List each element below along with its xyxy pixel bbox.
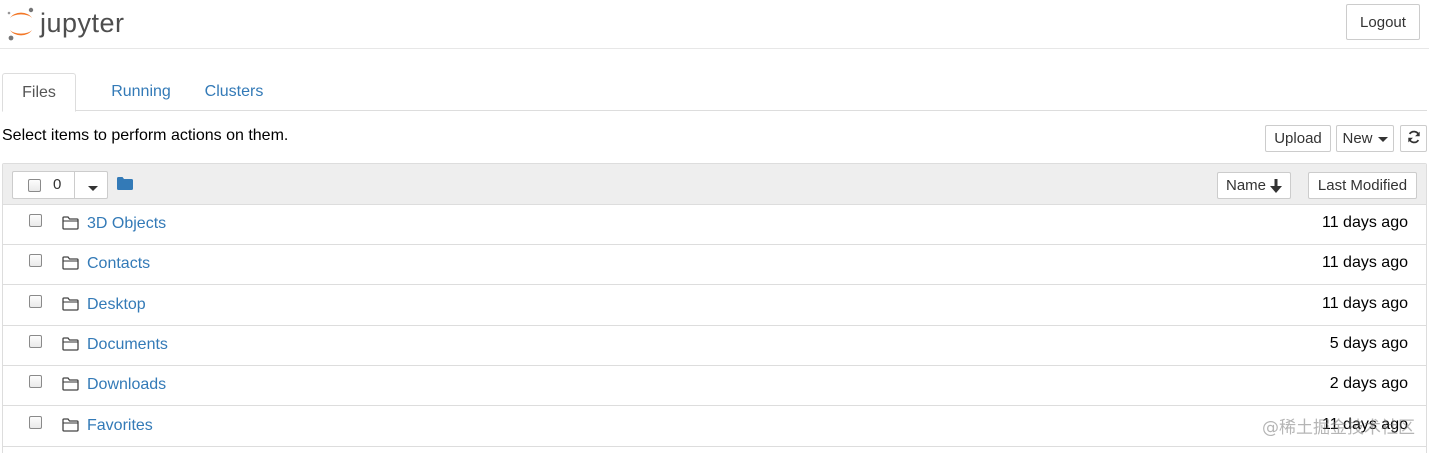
selected-count: 0 (53, 176, 62, 193)
select-all-group[interactable]: 0 (12, 171, 108, 199)
caret-down-icon (1377, 137, 1388, 142)
item-name-link[interactable]: Favorites (87, 417, 153, 435)
select-all-checkbox[interactable] (28, 179, 41, 192)
tab-files[interactable]: Files (2, 73, 76, 112)
refresh-icon (1407, 130, 1421, 148)
table-row[interactable]: Favorites 11 days ago (3, 407, 1426, 447)
item-name-link[interactable]: 3D Objects (87, 215, 166, 233)
instructions-text: Select items to perform actions on them. (2, 127, 289, 144)
item-modified: 2 days ago (1329, 375, 1408, 393)
item-modified: 11 days ago (1322, 294, 1408, 312)
item-name-link[interactable]: Contacts (87, 255, 150, 273)
row-checkbox[interactable] (29, 294, 42, 308)
new-label: New (1342, 130, 1373, 147)
name-sort-label: Name (1225, 177, 1266, 194)
row-checkbox[interactable] (29, 334, 42, 348)
item-name-link[interactable]: Documents (87, 336, 168, 354)
folder-icon (62, 337, 79, 356)
table-row[interactable]: Desktop 11 days ago (3, 286, 1426, 326)
table-row[interactable]: Contacts 11 days ago (3, 245, 1426, 286)
item-name-link[interactable]: Desktop (87, 296, 146, 314)
sort-by-name-button[interactable]: Name (1217, 172, 1291, 199)
item-name-link[interactable]: Downloads (87, 376, 166, 394)
select-dropdown-icon[interactable] (88, 186, 98, 191)
table-row[interactable]: 3D Objects 11 days ago (3, 205, 1426, 245)
sort-by-last-modified-button[interactable]: Last Modified (1308, 172, 1417, 199)
table-row[interactable]: Downloads 2 days ago (3, 366, 1426, 407)
tab-bar: Files Running Clusters (2, 73, 1427, 112)
current-folder-icon[interactable] (117, 177, 133, 195)
watermark: @稀土掘金技术社区 (1262, 418, 1415, 438)
logout-button[interactable]: Logout (1346, 4, 1420, 40)
row-checkbox[interactable] (29, 415, 42, 429)
new-dropdown-button[interactable]: New (1336, 125, 1394, 152)
tab-running[interactable]: Running (86, 73, 196, 111)
row-checkbox[interactable] (29, 254, 42, 268)
divider (74, 172, 75, 198)
table-row[interactable]: Documents 5 days ago (3, 326, 1426, 366)
row-checkbox[interactable] (29, 214, 42, 227)
jupyter-logo-icon (6, 5, 36, 41)
folder-icon (62, 296, 79, 316)
tab-clusters[interactable]: Clusters (189, 73, 279, 111)
item-modified: 11 days ago (1322, 254, 1408, 272)
row-checkbox[interactable] (29, 375, 42, 389)
upload-label: Upload (1274, 130, 1322, 147)
arrow-down-icon (1270, 178, 1282, 193)
header-bar: jupyter Logout (0, 0, 1429, 49)
logo-text: jupyter (40, 7, 125, 38)
folder-icon (62, 377, 79, 396)
folder-icon (62, 256, 79, 275)
jupyter-logo[interactable]: jupyter (6, 4, 125, 42)
upload-button[interactable]: Upload (1265, 125, 1331, 152)
item-modified: 5 days ago (1329, 334, 1408, 352)
item-modified: 11 days ago (1322, 214, 1408, 231)
folder-icon (62, 417, 79, 437)
refresh-button[interactable] (1400, 125, 1427, 152)
folder-icon (62, 216, 79, 235)
list-header: 0 Name Last Modified (3, 164, 1426, 205)
file-list: 0 Name Last Modified 3D Objects 11 days a… (2, 163, 1427, 453)
